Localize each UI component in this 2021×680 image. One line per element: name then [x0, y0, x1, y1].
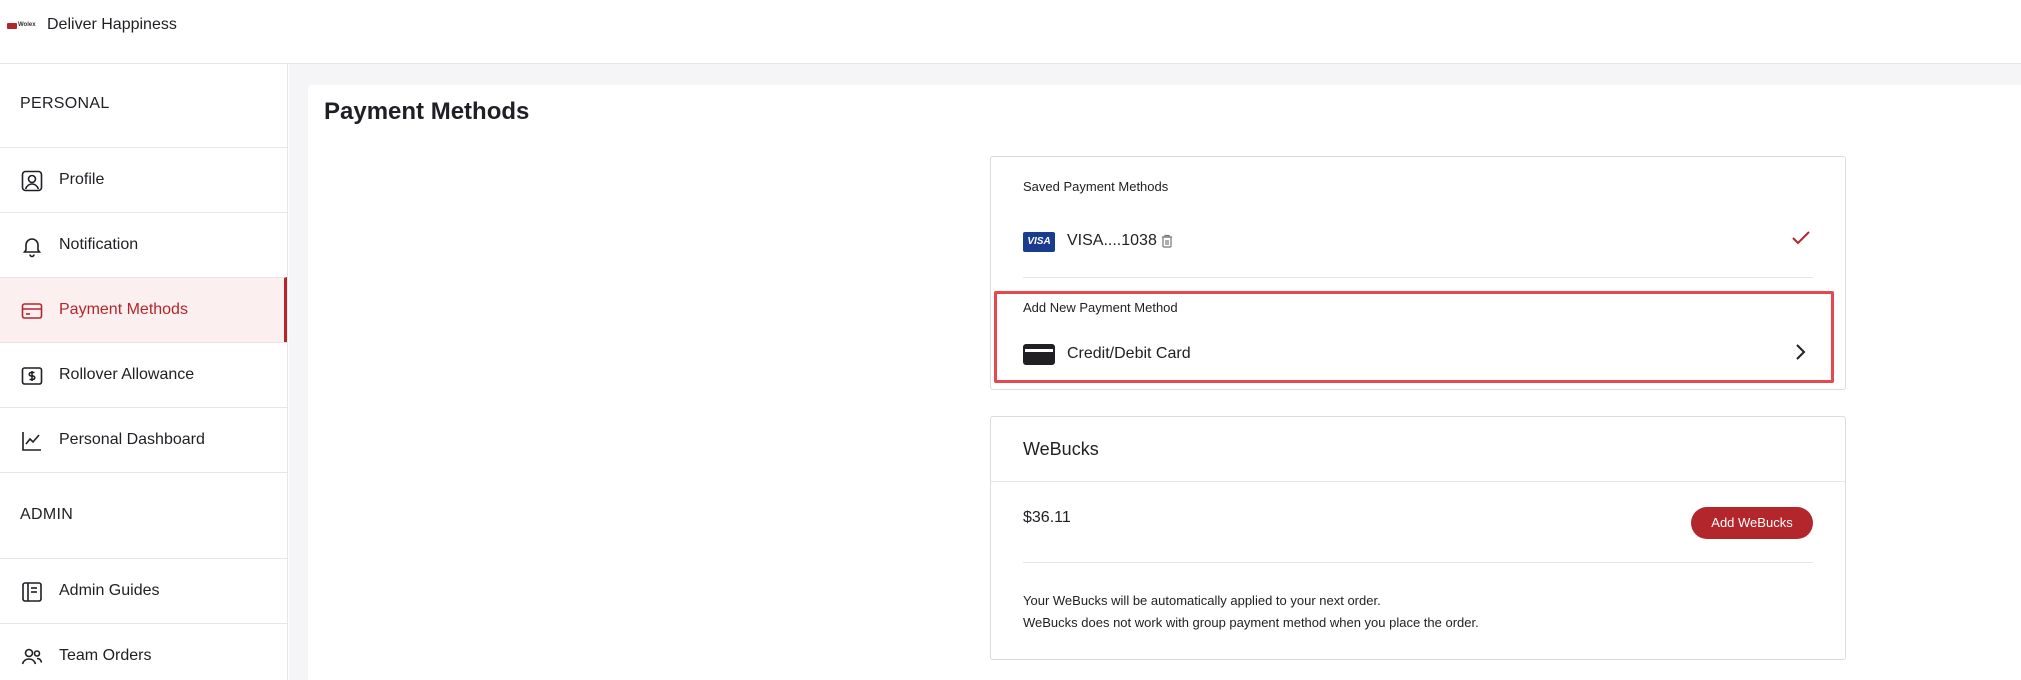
- trash-icon[interactable]: [1161, 234, 1173, 248]
- sidebar-item-notification[interactable]: Notification: [0, 212, 287, 277]
- saved-card-label: VISA....1038: [1067, 232, 1157, 249]
- top-bar: Wolex Deliver Happiness: [0, 0, 2021, 64]
- sidebar-item-label: Notification: [59, 236, 139, 253]
- sidebar-item-team-orders[interactable]: Team Orders: [0, 623, 287, 680]
- page-title: Payment Methods: [324, 98, 530, 125]
- user-icon: [20, 169, 44, 193]
- section-title-admin: ADMIN: [20, 506, 74, 523]
- sidebar-item-profile[interactable]: Profile: [0, 147, 287, 212]
- sidebar-divider: [0, 472, 287, 473]
- sidebar-item-personal-dashboard[interactable]: Personal Dashboard: [0, 407, 287, 472]
- saved-payment-methods-heading: Saved Payment Methods: [1023, 179, 1169, 194]
- logo-mark: [7, 23, 17, 29]
- company-logo[interactable]: Wolex: [7, 21, 36, 31]
- sidebar-item-label: Rollover Allowance: [59, 366, 195, 383]
- sidebar-item-label: Payment Methods: [59, 301, 188, 318]
- selection-highlight: [994, 291, 1834, 383]
- checkmark-icon: [1791, 230, 1811, 246]
- webucks-divider: [1023, 562, 1813, 563]
- webucks-balance: $36.11: [1023, 509, 1071, 526]
- line-chart-icon: [20, 429, 44, 453]
- bell-icon: [20, 234, 44, 258]
- visa-icon: VISA: [1023, 232, 1055, 252]
- team-icon: [20, 645, 44, 669]
- brand-name: Deliver Happiness: [47, 16, 177, 33]
- webucks-note-group-payment: WeBucks does not work with group payment…: [1023, 615, 1479, 630]
- sidebar: PERSONAL Profile Notification Payment Me…: [0, 64, 288, 680]
- webucks-note-auto-apply: Your WeBucks will be automatically appli…: [1023, 593, 1381, 608]
- sidebar-item-payment-methods[interactable]: Payment Methods: [0, 277, 287, 342]
- sidebar-item-label: Team Orders: [59, 647, 152, 664]
- add-webucks-button[interactable]: Add WeBucks: [1691, 507, 1813, 539]
- book-icon: [20, 580, 44, 604]
- section-title-personal: PERSONAL: [20, 95, 110, 112]
- webucks-title: WeBucks: [1023, 439, 1099, 459]
- credit-card-icon: [20, 299, 44, 323]
- sidebar-item-label: Profile: [59, 171, 105, 188]
- card-divider: [1023, 277, 1813, 278]
- sidebar-item-admin-guides[interactable]: Admin Guides: [0, 558, 287, 623]
- sidebar-item-rollover-allowance[interactable]: Rollover Allowance: [0, 342, 287, 407]
- webucks-header-divider: [991, 481, 1845, 482]
- sidebar-item-label: Personal Dashboard: [59, 431, 205, 448]
- money-icon: [20, 364, 44, 388]
- logo-text: Wolex: [18, 22, 36, 28]
- sidebar-item-label: Admin Guides: [59, 582, 160, 599]
